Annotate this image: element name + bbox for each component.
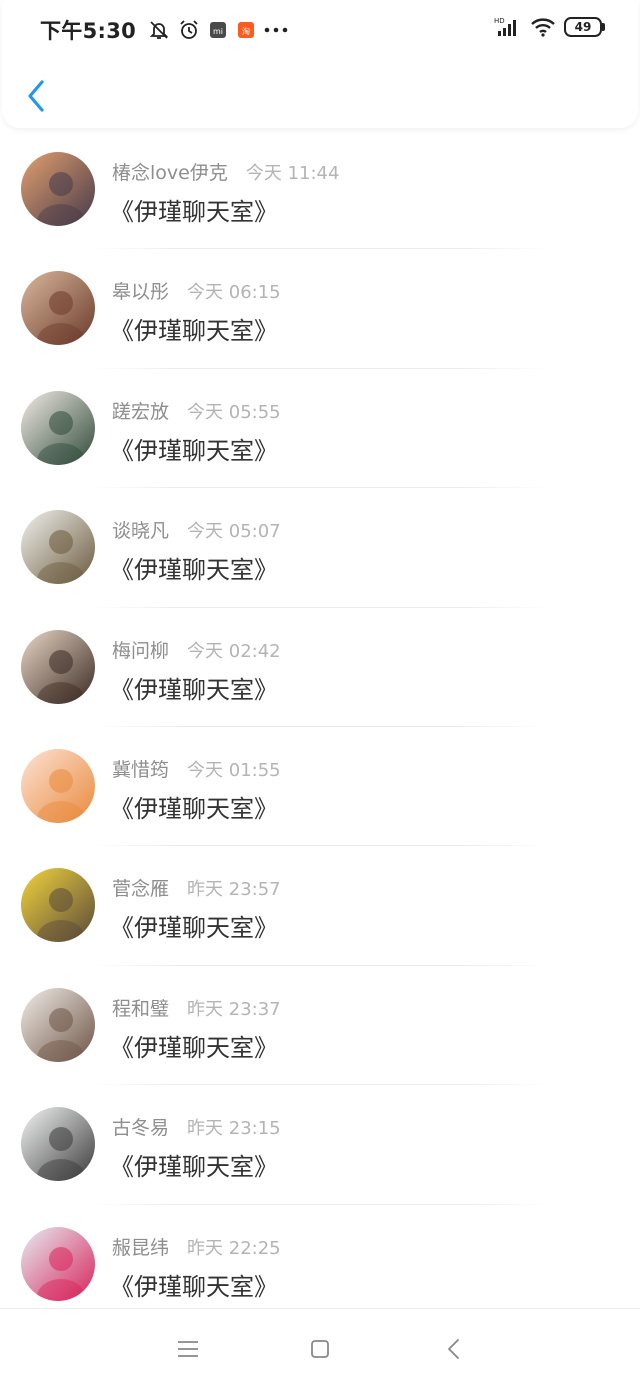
message-text: 《伊瑾聊天室》 (110, 1153, 278, 1182)
message-row[interactable]: 程和璧 昨天 23:37 《伊瑾聊天室》 (0, 966, 640, 1086)
message-row[interactable]: 菅念雁 昨天 23:57 《伊瑾聊天室》 (0, 846, 640, 966)
svg-text:mi: mi (213, 27, 223, 36)
message-row[interactable]: 蹉宏放 今天 05:55 《伊瑾聊天室》 (0, 369, 640, 489)
message-row[interactable]: 冀惜筠 今天 01:55 《伊瑾聊天室》 (0, 727, 640, 847)
message-row[interactable]: 皋以彤 今天 06:15 《伊瑾聊天室》 (0, 249, 640, 369)
sender-line: 程和璧 昨天 23:37 (112, 994, 281, 1021)
sender-line: 菅念雁 昨天 23:57 (112, 874, 281, 901)
message-text: 《伊瑾聊天室》 (110, 317, 278, 346)
sender-name: 古冬易 (112, 1117, 170, 1140)
status-time: 下午5:30 (40, 19, 137, 43)
system-nav-bar (0, 1308, 640, 1387)
message-list: 椿念love伊克 今天 11:44 《伊瑾聊天室》 皋以彤 今天 06:15 《伊瑾聊天室… (0, 130, 640, 1324)
sender-name: 皋以彤 (112, 281, 170, 304)
sender-line: 椿念love伊克 今天 11:44 (112, 158, 339, 185)
avatar[interactable] (21, 271, 95, 346)
message-time: 今天 05:07 (187, 521, 281, 543)
avatar[interactable] (21, 510, 95, 585)
sender-line: 蹉宏放 今天 05:55 (112, 397, 281, 424)
sender-line: 冀惜筠 今天 01:55 (112, 755, 281, 782)
chat-list-screen: 下午5:30 mi 淘 HD 49 椿念love伊克 今天 11:44 《伊瑾聊… (0, 0, 640, 1387)
avatar[interactable] (21, 868, 95, 943)
system-back-button[interactable] (438, 1333, 470, 1365)
wifi-icon (530, 16, 556, 38)
more-dots-icon (264, 25, 288, 35)
sender-line: 赧昆纬 昨天 22:25 (112, 1233, 281, 1260)
avatar[interactable] (21, 748, 95, 823)
message-time: 今天 11:44 (245, 163, 340, 184)
message-row[interactable]: 椿念love伊克 今天 11:44 《伊瑾聊天室》 (0, 130, 640, 250)
message-text: 《伊瑾聊天室》 (110, 794, 278, 823)
sender-name: 梅问柳 (112, 639, 170, 662)
mi-app-icon: mi (208, 20, 228, 40)
avatar[interactable] (21, 987, 95, 1062)
message-text: 《伊瑾聊天室》 (110, 1272, 278, 1301)
message-row[interactable]: 梅问柳 今天 02:42 《伊瑾聊天室》 (0, 608, 640, 727)
message-row[interactable]: 赧昆纬 昨天 22:25 《伊瑾聊天室》 (0, 1205, 640, 1324)
status-bar-left: 下午5:30 mi 淘 (40, 14, 296, 46)
alarm-icon (178, 19, 200, 41)
back-button[interactable] (22, 78, 52, 114)
message-time: 今天 02:42 (187, 640, 281, 662)
battery-indicator: 49 (564, 17, 605, 37)
avatar[interactable] (21, 1226, 95, 1301)
chevron-left-icon (28, 80, 44, 112)
sender-line: 谈晓凡 今天 05:07 (112, 516, 281, 543)
sender-name: 椿念love伊克 (112, 162, 228, 184)
sender-name: 赧昆纬 (112, 1236, 170, 1259)
taobao-app-icon: 淘 (236, 20, 256, 40)
signal-icon: HD (494, 16, 522, 38)
sender-name: 程和璧 (112, 997, 170, 1020)
sender-line: 皋以彤 今天 06:15 (112, 277, 281, 304)
message-time: 今天 05:55 (187, 401, 281, 423)
message-text: 《伊瑾聊天室》 (110, 1033, 278, 1062)
svg-text:淘: 淘 (242, 26, 250, 36)
sender-name: 冀惜筠 (112, 758, 170, 781)
message-time: 昨天 23:37 (187, 998, 281, 1020)
avatar[interactable] (21, 629, 95, 704)
avatar[interactable] (21, 1107, 95, 1182)
avatar[interactable] (21, 390, 95, 465)
sender-line: 梅问柳 今天 02:42 (112, 636, 281, 663)
avatar[interactable] (21, 152, 95, 226)
message-text: 《伊瑾聊天室》 (110, 914, 278, 943)
message-text: 《伊瑾聊天室》 (110, 436, 278, 465)
home-button[interactable] (304, 1333, 336, 1365)
sender-name: 菅念雁 (112, 878, 170, 901)
sender-line: 古冬易 昨天 23:15 (112, 1113, 281, 1140)
top-bar: 下午5:30 mi 淘 HD 49 (2, 0, 638, 128)
mute-bell-icon (148, 19, 170, 41)
sender-name: 蹉宏放 (112, 400, 170, 423)
message-text: 《伊瑾聊天室》 (110, 198, 278, 226)
recents-button[interactable] (172, 1333, 204, 1365)
message-time: 今天 06:15 (187, 282, 281, 304)
message-time: 今天 01:55 (187, 759, 281, 781)
home-square-icon (311, 1340, 329, 1358)
message-text: 《伊瑾聊天室》 (110, 556, 278, 585)
message-row[interactable]: 谈晓凡 今天 05:07 《伊瑾聊天室》 (0, 488, 640, 608)
back-triangle-icon (448, 1339, 459, 1359)
message-time: 昨天 23:57 (187, 879, 281, 901)
sender-name: 谈晓凡 (112, 520, 170, 543)
status-bar-right: HD 49 (494, 16, 605, 38)
signal-hd-label: HD (494, 17, 505, 25)
message-time: 昨天 22:25 (187, 1237, 281, 1259)
message-text: 《伊瑾聊天室》 (110, 675, 278, 704)
message-time: 昨天 23:15 (187, 1118, 281, 1140)
message-row[interactable]: 古冬易 昨天 23:15 《伊瑾聊天室》 (0, 1085, 640, 1205)
menu-icon (178, 1341, 198, 1357)
